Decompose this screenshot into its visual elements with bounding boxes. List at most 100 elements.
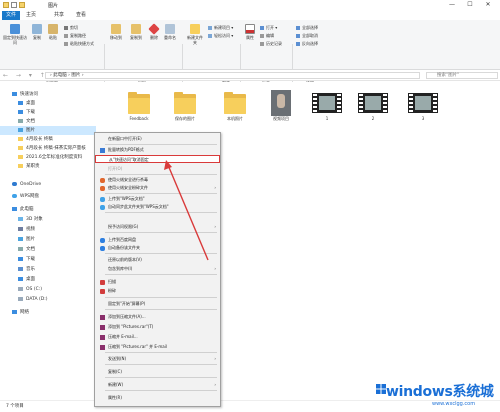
- easy-access-button[interactable]: 轻松访问 ▾: [208, 33, 233, 38]
- menu-item-new[interactable]: 新建(W) ›: [95, 381, 220, 389]
- maximize-button[interactable]: ☐: [462, 1, 478, 9]
- file-item-folder[interactable]: Feedback: [122, 90, 156, 121]
- close-button[interactable]: ✕: [480, 1, 496, 9]
- pin-quick-access-button[interactable]: 固定到快速访问: [3, 24, 27, 45]
- nav-downloads[interactable]: 下载: [18, 108, 35, 117]
- menu-item-include-library[interactable]: 包含到库中(I) ›: [95, 265, 220, 273]
- nav-pictures[interactable]: 图片: [0, 126, 96, 135]
- menu-item-upload-wps[interactable]: 上传到"WPS云文档": [95, 195, 220, 203]
- menu-item-huorong-scan[interactable]: 使用火绒安全进行杀毒: [95, 176, 220, 184]
- nav-downloads-pc[interactable]: 下载: [18, 255, 35, 264]
- menu-item-open-new-window[interactable]: 在新窗口中打开(E): [95, 135, 220, 143]
- delete-button[interactable]: 删除: [148, 23, 160, 40]
- nav-wps-drive[interactable]: WPS网盘: [12, 192, 39, 201]
- menu-item-grant-access[interactable]: 授予访问权限(G) ›: [95, 223, 220, 231]
- search-input[interactable]: 搜索"图片": [426, 72, 498, 79]
- menu-item-scan[interactable]: 扫描: [95, 278, 220, 286]
- menu-item-compress-rar-email[interactable]: 压缩到 "Pictures.rar" 并 E-mail: [95, 343, 220, 351]
- menu-item-open[interactable]: 打开(O): [95, 165, 220, 173]
- nav-network[interactable]: 网络: [12, 308, 29, 317]
- menu-item-add-rar[interactable]: 添加到 "Pictures.rar"(T): [95, 323, 220, 331]
- nav-folder-item[interactable]: 2021.6全年标准化制度资料: [18, 153, 82, 162]
- file-item-photo[interactable]: 视频项目: [264, 90, 298, 122]
- select-none-icon: [296, 34, 300, 38]
- nav-drive-c[interactable]: OS (C:): [18, 285, 42, 294]
- menu-item-copy[interactable]: 复制(C): [95, 368, 220, 376]
- file-item-video[interactable]: 2: [356, 90, 390, 121]
- minimize-button[interactable]: —: [444, 1, 460, 9]
- nav-3d-objects[interactable]: 3D 对象: [18, 215, 43, 224]
- address-path[interactable]: › 此电脑 › 图片 ›: [45, 72, 420, 79]
- nav-folder-item[interactable]: 4月段长 终稿: [18, 135, 53, 144]
- tab-share[interactable]: 共享: [52, 11, 66, 20]
- menu-item-baidu-upload[interactable]: 上传到百度网盘: [95, 236, 220, 244]
- menu-item-properties[interactable]: 属性(R): [95, 394, 220, 402]
- new-folder-button[interactable]: 新建文件夹: [186, 24, 204, 45]
- nav-folder-item[interactable]: 4月段长 终稿·抹茶实际产量核: [18, 144, 86, 153]
- tab-home[interactable]: 主页: [24, 11, 38, 20]
- properties-button[interactable]: 属性: [244, 24, 256, 40]
- new-folder-icon[interactable]: [19, 2, 25, 8]
- file-item-video[interactable]: 1: [310, 90, 344, 121]
- menu-item-send-to[interactable]: 发送到(N) ›: [95, 355, 220, 363]
- file-item-folder[interactable]: 本机照片: [218, 90, 252, 122]
- menu-item-compress-email[interactable]: 压缩并 E-mail...: [95, 333, 220, 341]
- nav-quick-access[interactable]: 快速访问: [12, 90, 38, 99]
- menu-item-baidu-backup[interactable]: 自动备份该文件夹: [95, 244, 220, 252]
- nav-desktop-pc[interactable]: 桌面: [18, 275, 35, 284]
- paste-button[interactable]: 粘贴: [46, 24, 60, 40]
- new-item-button[interactable]: 新建项目 ▾: [208, 25, 233, 30]
- menu-item-shred[interactable]: 粉碎: [95, 287, 220, 295]
- copy-button[interactable]: 复制: [30, 24, 44, 40]
- navigation-buttons[interactable]: ← → ▾ ↑: [3, 72, 48, 79]
- nav-onedrive[interactable]: OneDrive: [12, 180, 41, 189]
- menu-separator: [105, 212, 217, 213]
- menu-separator: [105, 253, 217, 254]
- rename-button[interactable]: 重命名: [163, 24, 177, 40]
- history-button[interactable]: 历史记录: [260, 41, 282, 46]
- select-all-button[interactable]: 全部选择: [296, 25, 318, 30]
- edit-button[interactable]: 编辑: [260, 33, 274, 38]
- nav-videos[interactable]: 视频: [18, 225, 35, 234]
- scissors-icon: [64, 26, 68, 30]
- nav-desktop[interactable]: 桌面: [18, 99, 35, 108]
- copy-to-button[interactable]: 复制到: [128, 24, 144, 40]
- menu-item-add-archive[interactable]: 添加到压缩文件(A)...: [95, 313, 220, 321]
- menu-item-convert-pdf[interactable]: 批量转换为PDF格式: [95, 146, 220, 154]
- rename-icon: [165, 24, 175, 34]
- menu-separator: [105, 274, 217, 275]
- menu-item-huorong-shred[interactable]: 使用火绒安全粉碎文件 ›: [95, 184, 220, 192]
- winrar-icon: [100, 345, 105, 350]
- nav-folder-item[interactable]: 某职责: [18, 162, 40, 171]
- select-none-button[interactable]: 全部取消: [296, 33, 318, 38]
- tab-file[interactable]: 文件: [2, 11, 20, 20]
- nav-documents[interactable]: 文档: [18, 117, 35, 126]
- menu-item-sync-wps[interactable]: 自动同步此文件夹到"WPS云文档": [95, 203, 220, 211]
- submenu-arrow-icon: ›: [214, 266, 216, 271]
- nav-drive-d[interactable]: DATA (D:): [18, 295, 48, 304]
- paste-shortcut-button[interactable]: 粘贴快捷方式: [64, 41, 94, 46]
- nav-documents-pc[interactable]: 文档: [18, 245, 35, 254]
- cut-button[interactable]: 剪切: [64, 25, 78, 30]
- nav-music[interactable]: 音乐: [18, 265, 35, 274]
- copy-path-button[interactable]: 复制路径: [64, 33, 86, 38]
- tab-view[interactable]: 查看: [74, 11, 88, 20]
- properties-icon[interactable]: [11, 2, 17, 8]
- submenu-arrow-icon: ›: [214, 356, 216, 361]
- menu-item-pin-start[interactable]: 固定到"开始"屏幕(P): [95, 300, 220, 308]
- invert-selection-button[interactable]: 反向选择: [296, 41, 318, 46]
- file-item-folder[interactable]: 保存的图片: [168, 90, 202, 122]
- menu-separator: [105, 174, 217, 175]
- open-button[interactable]: 打开 ▾: [260, 25, 277, 30]
- file-item-video[interactable]: 3: [406, 90, 440, 121]
- picture-icon: [18, 127, 23, 132]
- window-title: 图片: [48, 3, 59, 9]
- nav-this-pc[interactable]: 此电脑: [12, 205, 34, 214]
- nav-pictures-pc[interactable]: 图片: [18, 235, 35, 244]
- menu-item-restore-versions[interactable]: 还原以前的版本(V): [95, 256, 220, 264]
- menu-separator: [105, 390, 217, 391]
- menu-separator: [105, 232, 217, 233]
- menu-item-unpin-quick-access[interactable]: 从"快速访问"取消固定: [95, 155, 220, 163]
- move-to-button[interactable]: 移动到: [108, 24, 124, 40]
- folder-icon: [222, 90, 248, 116]
